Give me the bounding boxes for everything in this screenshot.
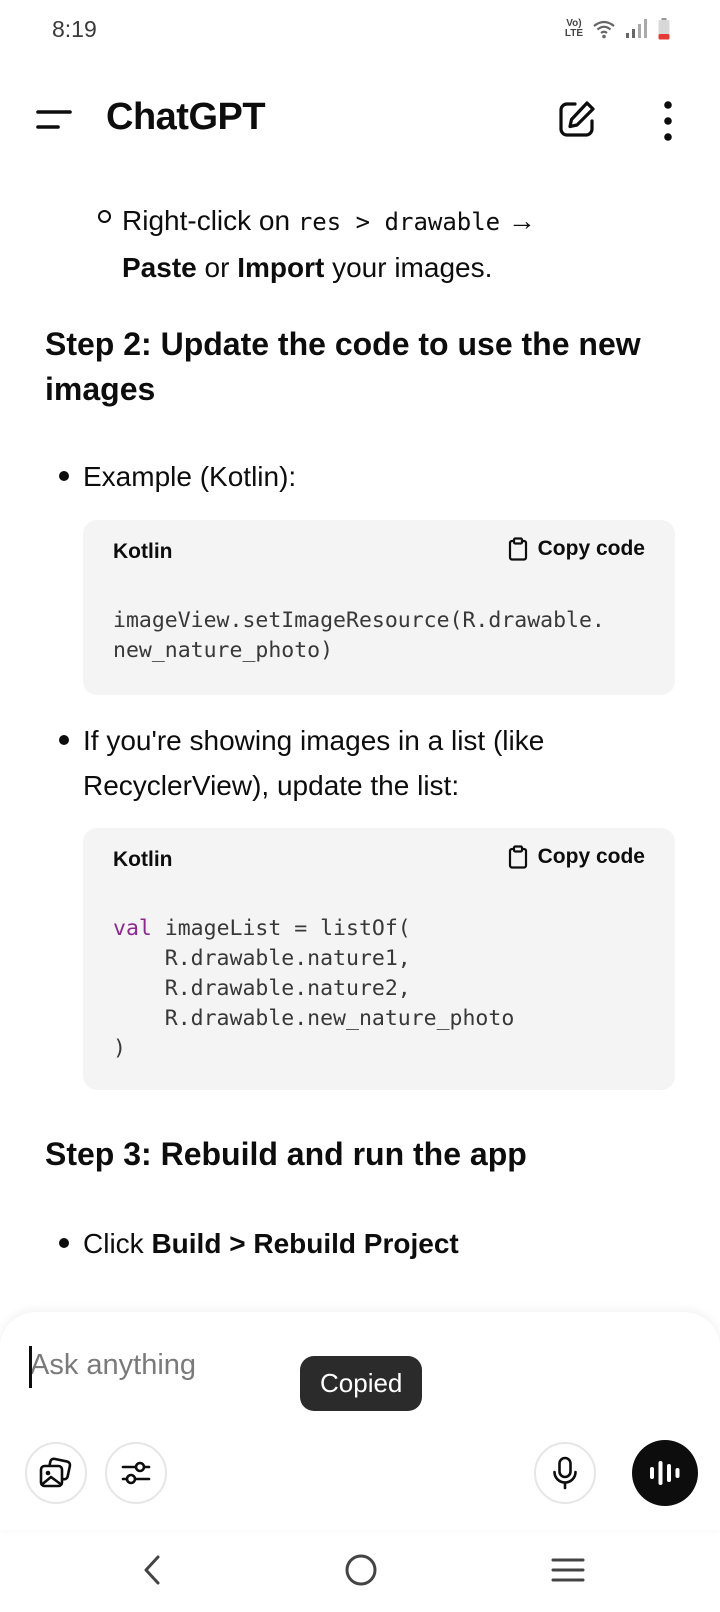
copy-code-button[interactable]: Copy code xyxy=(508,537,645,561)
copy-code-button[interactable]: Copy code xyxy=(508,845,645,869)
composer: Copied xyxy=(0,1312,720,1530)
signal-icon xyxy=(626,19,647,38)
step2-heading: Step 2: Update the code to use the new i… xyxy=(45,326,641,407)
app-title: ChatGPT xyxy=(106,96,266,138)
recents-icon xyxy=(551,1558,585,1582)
bullet-rebuild: Click Build > Rebuild Project xyxy=(83,1228,459,1259)
chat-message: Right-click on res > drawable → Paste or… xyxy=(0,182,720,1312)
mic-icon xyxy=(553,1456,577,1490)
voice-mode-button[interactable] xyxy=(632,1440,698,1506)
nav-home-button[interactable] xyxy=(333,1548,389,1592)
battery-icon xyxy=(658,18,670,40)
nav-recents-button[interactable] xyxy=(540,1548,596,1592)
sub-bullet-text: Right-click on res > drawable → Paste or… xyxy=(122,205,536,283)
tools-button[interactable] xyxy=(105,1442,167,1504)
back-icon xyxy=(144,1555,160,1585)
code-body: imageView.setImageResource(R.drawable. n… xyxy=(113,608,605,663)
code-block-1: Kotlin Copy code imageView.setImageResou… xyxy=(83,520,675,695)
step3-heading: Step 3: Rebuild and run the app xyxy=(45,1136,527,1172)
code-block-2: Kotlin Copy code val imageList = listOf(… xyxy=(83,828,675,1090)
inline-code: res > drawable xyxy=(297,208,501,236)
wifi-icon xyxy=(593,20,615,39)
clipboard-icon xyxy=(508,537,527,561)
sub-bullet-marker xyxy=(98,210,111,223)
copied-toast: Copied xyxy=(300,1356,423,1411)
bullet-marker xyxy=(59,735,69,745)
code-body: val imageList = listOf( R.drawable.natur… xyxy=(113,916,515,1061)
image-icon xyxy=(39,1457,72,1488)
new-chat-icon[interactable] xyxy=(556,98,598,140)
menu-icon[interactable] xyxy=(34,100,78,140)
status-icons: Vo) LTE xyxy=(565,18,670,40)
volte-icon: Vo) LTE xyxy=(564,18,583,39)
voice-mode-icon xyxy=(650,1461,680,1485)
bullet-marker xyxy=(59,1238,69,1248)
home-icon xyxy=(345,1554,377,1586)
clipboard-icon xyxy=(508,845,527,869)
navigation-bar xyxy=(0,1530,720,1612)
nav-back-button[interactable] xyxy=(124,1548,180,1592)
attach-image-button[interactable] xyxy=(25,1442,87,1504)
status-bar: 8:19 Vo) LTE xyxy=(0,0,720,60)
bullet-marker xyxy=(59,471,69,481)
bullet-list-update: If you're showing images in a list (like… xyxy=(83,725,545,801)
bullet-example: Example (Kotlin): xyxy=(83,461,297,492)
tools-icon xyxy=(121,1461,151,1485)
code-language: Kotlin xyxy=(113,540,173,563)
microphone-button[interactable] xyxy=(534,1442,596,1504)
text-caret xyxy=(29,1346,32,1388)
status-time: 8:19 xyxy=(52,16,97,42)
code-language: Kotlin xyxy=(113,848,173,871)
more-vert-icon[interactable] xyxy=(652,98,684,144)
app-bar: ChatGPT xyxy=(0,60,720,182)
